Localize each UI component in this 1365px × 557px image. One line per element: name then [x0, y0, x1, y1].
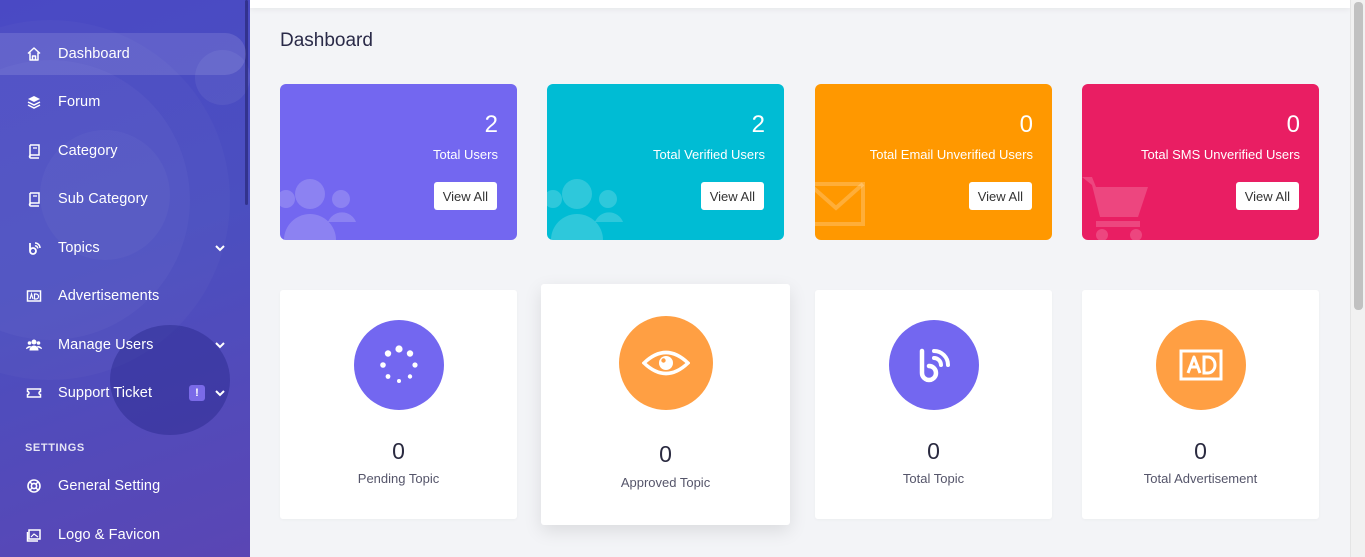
- users-icon: [547, 179, 623, 240]
- sidebar-item-advertisements[interactable]: Advertisements: [0, 275, 246, 317]
- stat-label: Total Email Unverified Users: [869, 147, 1033, 162]
- sidebar-item-label: Forum: [58, 94, 101, 110]
- sidebar-item-label: Topics: [58, 240, 100, 256]
- ad-icon: [1155, 320, 1246, 410]
- info-value: 0: [392, 438, 405, 464]
- sidebar-item-forum[interactable]: Forum: [0, 81, 246, 123]
- sidebar-item-label: General Setting: [58, 478, 161, 494]
- view-all-button[interactable]: View All: [700, 182, 764, 210]
- info-value: 0: [1194, 438, 1207, 464]
- chevron-down-icon: [215, 245, 225, 252]
- info-value: 0: [659, 441, 672, 467]
- view-all-button[interactable]: View All: [1235, 182, 1299, 210]
- eye-icon: [618, 316, 713, 410]
- sidebar-item-label: Manage Users: [58, 337, 154, 353]
- info-value: 0: [927, 438, 940, 464]
- sidebar-item-general-setting[interactable]: General Setting: [0, 465, 246, 507]
- stat-label: Total SMS Unverified Users: [1141, 147, 1300, 162]
- stat-card-sms-unverified: 0 Total SMS Unverified Users View All: [1082, 84, 1319, 240]
- alert-badge: !: [189, 385, 205, 401]
- info-label: Total Advertisement: [1143, 471, 1258, 486]
- page-scrollbar[interactable]: [1350, 0, 1365, 557]
- book-icon: [25, 142, 43, 160]
- stat-value: 2: [751, 111, 765, 138]
- blogger-icon: [888, 320, 979, 410]
- info-card-approved-topic: 0 Approved Topic: [541, 284, 790, 525]
- stat-value: 0: [1286, 111, 1300, 138]
- stat-card-verified-users: 2 Total Verified Users View All: [547, 84, 784, 240]
- top-navbar: [250, 0, 1350, 8]
- info-card-total-advertisement: 0 Total Advertisement: [1082, 290, 1319, 519]
- stat-value: 0: [1019, 111, 1033, 138]
- info-card-total-topic: 0 Total Topic: [815, 290, 1052, 519]
- chevron-down-icon: [215, 390, 225, 397]
- image-icon: [25, 526, 43, 544]
- sidebar-item-support-ticket[interactable]: Support Ticket !: [0, 372, 246, 414]
- envelope-icon: [815, 182, 865, 226]
- info-label: Approved Topic: [620, 475, 711, 490]
- page-title: Dashboard: [280, 30, 373, 51]
- sidebar-item-category[interactable]: Category: [0, 130, 246, 172]
- stat-card-email-unverified: 0 Total Email Unverified Users View All: [815, 84, 1052, 240]
- sidebar-item-label: Dashboard: [58, 46, 130, 62]
- users-icon: [280, 179, 356, 240]
- info-label: Total Topic: [902, 471, 965, 486]
- info-card-pending-topic: 0 Pending Topic: [280, 290, 517, 519]
- spinner-icon: [353, 320, 444, 410]
- stat-value: 2: [484, 111, 498, 138]
- sidebar-item-manage-users[interactable]: Manage Users: [0, 324, 246, 366]
- blogger-icon: [25, 239, 43, 257]
- sidebar-item-label: Advertisements: [58, 288, 160, 304]
- sidebar-item-sub-category[interactable]: Sub Category: [0, 178, 246, 220]
- sidebar-item-label: Logo & Favicon: [58, 527, 161, 543]
- stat-card-total-users: 2 Total Users View All: [280, 84, 517, 240]
- chevron-down-icon: [215, 342, 225, 349]
- view-all-button[interactable]: View All: [433, 182, 497, 210]
- scrollbar-thumb[interactable]: [1354, 2, 1363, 310]
- stat-label: Total Users: [432, 147, 498, 162]
- home-icon: [25, 45, 43, 63]
- sidebar-item-label: Category: [58, 143, 118, 159]
- users-icon: [25, 336, 43, 354]
- info-label: Pending Topic: [357, 471, 440, 486]
- book-icon: [25, 190, 43, 208]
- view-all-button[interactable]: View All: [968, 182, 1032, 210]
- settings-section-title: SETTINGS: [25, 442, 85, 454]
- sidebar: Dashboard Forum Category Sub Category To…: [0, 0, 250, 557]
- sidebar-item-topics[interactable]: Topics: [0, 227, 246, 269]
- ad-icon: [25, 287, 43, 305]
- layers-icon: [25, 93, 43, 111]
- sidebar-item-dashboard[interactable]: Dashboard: [0, 33, 246, 75]
- stat-label: Total Verified Users: [653, 147, 765, 162]
- sidebar-item-label: Sub Category: [58, 191, 148, 207]
- sidebar-item-label: Support Ticket: [58, 385, 153, 401]
- sidebar-item-logo-favicon[interactable]: Logo & Favicon: [0, 514, 246, 556]
- ticket-icon: [25, 384, 43, 402]
- life-ring-icon: [25, 477, 43, 495]
- cart-icon: [1082, 177, 1148, 240]
